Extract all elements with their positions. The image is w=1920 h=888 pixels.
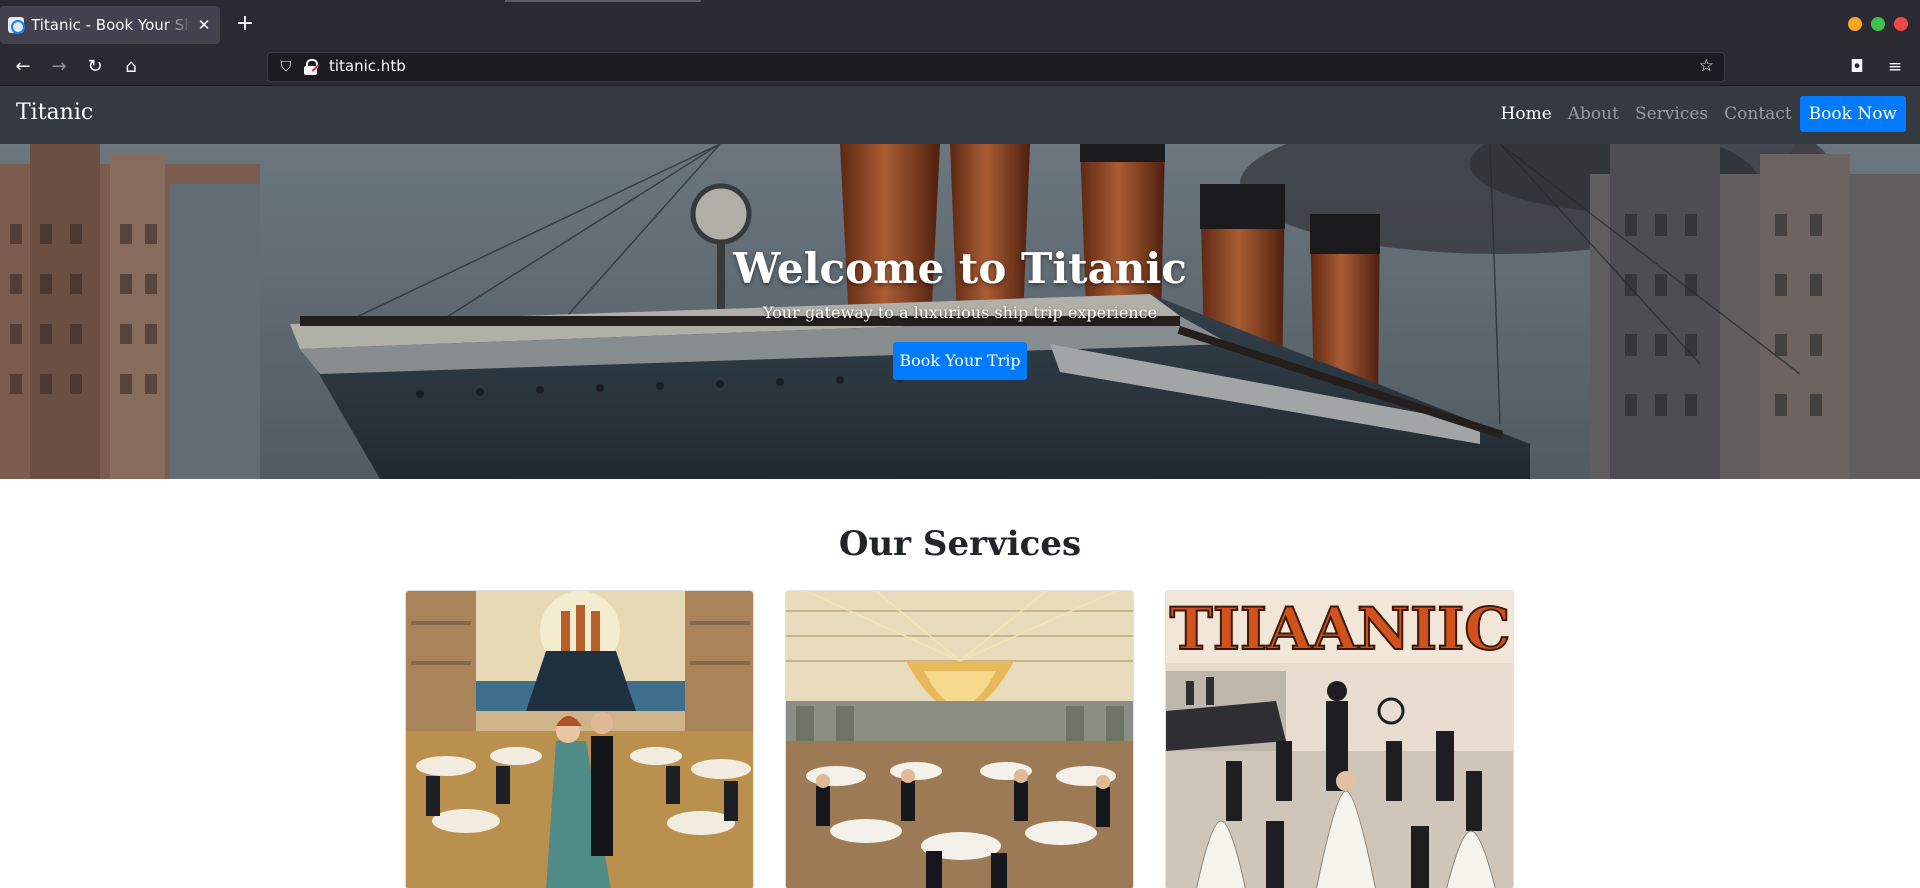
poster-title-text: TIIAANIIC — [1170, 595, 1511, 663]
book-now-button[interactable]: Book Now — [1799, 96, 1906, 132]
ballroom-dance-image — [406, 591, 753, 888]
book-your-trip-button[interactable]: Book Your Trip — [893, 342, 1027, 380]
lock-icon[interactable] — [303, 58, 320, 76]
hero-section: Welcome to Titanic Your gateway to a lux… — [0, 144, 1920, 479]
browser-toolbar: ← → ↻ ⌂ ⛉ titanic.htb ☆ ◘ ≡ — [0, 49, 1920, 86]
close-tab-icon[interactable]: ✕ — [196, 16, 212, 34]
minimize-window-button[interactable] — [1848, 17, 1862, 31]
browser-tab-active[interactable]: Titanic - Book Your Ship Trip ✕ — [0, 6, 220, 44]
window-controls — [1848, 17, 1908, 31]
address-bar[interactable]: ⛉ titanic.htb ☆ — [267, 52, 1725, 82]
site-navbar: Titanic Home About Services Contact Book… — [0, 86, 1920, 144]
shield-icon[interactable]: ⛉ — [277, 58, 295, 76]
entertainment-poster-image: TIIAANIIC — [1166, 591, 1513, 888]
star-icon[interactable]: ☆ — [1699, 56, 1714, 76]
service-card-entertainment[interactable]: TIIAANIIC — [1165, 590, 1514, 888]
tab-strip-indicator — [505, 0, 701, 2]
nav-link-home[interactable]: Home — [1501, 104, 1552, 124]
browser-tab-strip: Titanic - Book Your Ship Trip ✕ + — [0, 0, 1920, 49]
nav-link-services[interactable]: Services — [1635, 104, 1708, 124]
hero-subtitle: Your gateway to a luxurious ship trip ex… — [762, 303, 1158, 322]
nav-link-contact[interactable]: Contact — [1724, 104, 1792, 124]
new-tab-button[interactable]: + — [234, 12, 256, 36]
site-favicon-icon — [8, 17, 25, 34]
nav-link-about[interactable]: About — [1568, 104, 1619, 124]
forward-icon[interactable]: → — [45, 54, 73, 80]
services-heading: Our Services — [838, 524, 1082, 564]
back-icon[interactable]: ← — [9, 54, 37, 80]
service-card-ballroom[interactable] — [405, 590, 754, 888]
reload-icon[interactable]: ↻ — [81, 54, 109, 80]
service-card-dining[interactable] — [785, 590, 1134, 888]
maximize-window-button[interactable] — [1871, 17, 1885, 31]
nav-links: Home About Services Contact Book Now — [1501, 96, 1906, 132]
menu-icon[interactable]: ≡ — [1882, 54, 1908, 80]
hero-title: Welcome to Titanic — [733, 244, 1187, 293]
dining-hall-image — [786, 591, 1133, 888]
tab-title: Titanic - Book Your Ship Trip — [31, 16, 192, 34]
close-window-button[interactable] — [1894, 17, 1908, 31]
pocket-icon[interactable]: ◘ — [1844, 54, 1870, 80]
site-brand[interactable]: Titanic — [16, 100, 93, 125]
url-text[interactable]: titanic.htb — [329, 57, 406, 75]
home-icon[interactable]: ⌂ — [117, 54, 145, 80]
